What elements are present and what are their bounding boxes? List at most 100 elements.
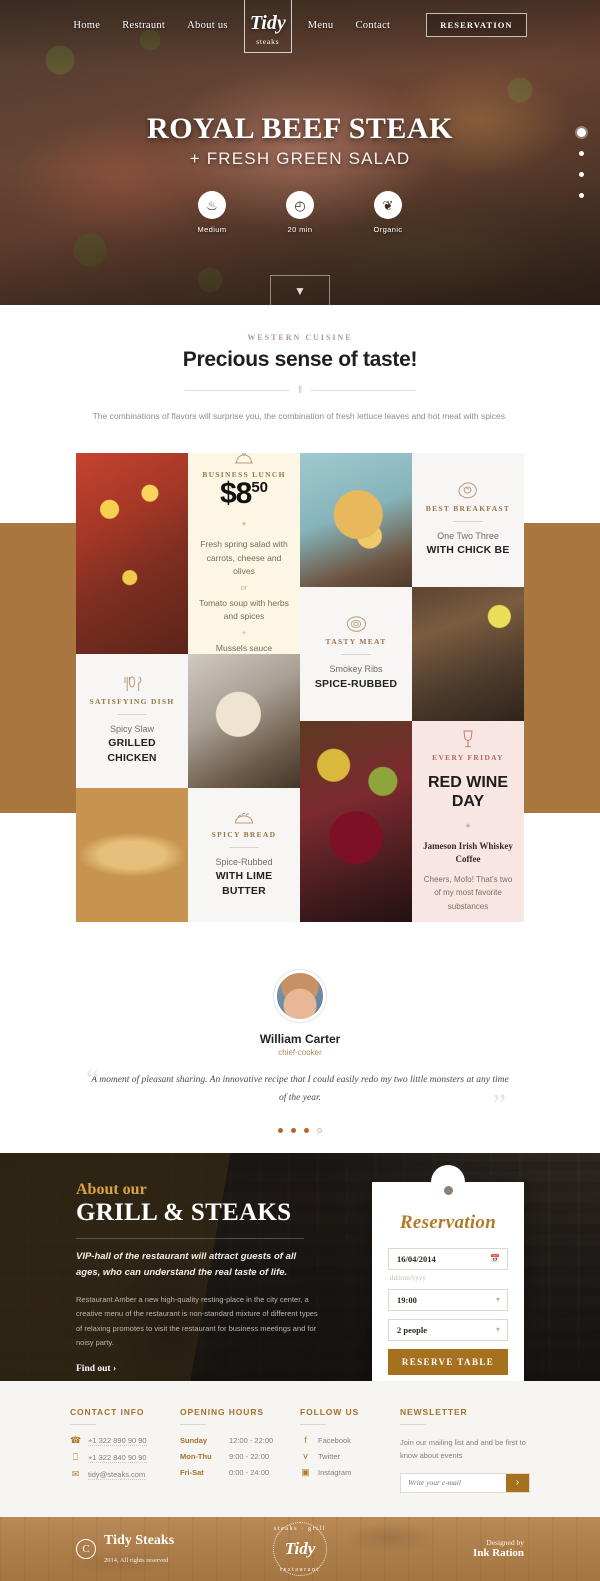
hero-slider-dot-3[interactable] xyxy=(579,172,584,177)
menu-photo-egg-plate[interactable] xyxy=(300,452,412,587)
menu-photo-bread[interactable] xyxy=(76,787,188,922)
nav-reservation-button[interactable]: RESERVATION xyxy=(426,13,527,37)
footer-rule xyxy=(70,1423,96,1425)
hours-day: Mon-Thu xyxy=(180,1451,212,1461)
hero-feature-label: Medium xyxy=(197,225,227,234)
tile-line-1: Smokey Ribs xyxy=(329,664,383,675)
divider-glyph: ‖ xyxy=(297,385,303,396)
chevron-down-icon[interactable]: ▾ xyxy=(496,1295,500,1304)
footer-contact-mobile[interactable]: ⎕ +1 322 840 90 90 xyxy=(70,1453,180,1463)
testimonial-dot-4[interactable] xyxy=(317,1127,322,1133)
price-main: $8 xyxy=(219,476,252,510)
designer-name[interactable]: Ink Ration xyxy=(473,1547,524,1559)
menu-tile-red-wine-day[interactable]: EVERY FRIDAY RED WINE DAY ✦ Jameson Iris… xyxy=(412,720,524,922)
testimonial-dot-1[interactable] xyxy=(278,1127,283,1133)
calendar-icon[interactable]: 📅 xyxy=(490,1254,500,1263)
hours-day: Sunday xyxy=(180,1435,208,1445)
clock-icon: ◴ xyxy=(286,191,314,219)
reservation-people-select[interactable]: 2 people ▾ xyxy=(388,1318,508,1341)
newsletter-submit-button[interactable]: › xyxy=(506,1473,529,1492)
testimonial-slider-dots[interactable] xyxy=(0,1127,600,1133)
tile-line-1: One Two Three xyxy=(437,530,499,541)
tile-line-2: SPICE-RUBBED xyxy=(314,677,398,690)
about-heading: GRILL & STEAKS xyxy=(76,1198,292,1226)
tile-rule xyxy=(117,713,147,715)
quote-open-icon: “ xyxy=(86,1062,100,1096)
lunch-description: Fresh spring salad with carrots, cheese … xyxy=(197,538,291,654)
nav-link-about-us[interactable]: About us xyxy=(187,20,228,31)
footer-heading-contact: CONTACT INFO xyxy=(70,1406,145,1417)
tile-line-1: Spicy Slaw xyxy=(109,723,154,734)
menu-photo-eggs[interactable] xyxy=(76,452,188,654)
social-link-instagram[interactable]: ▣ Instagram xyxy=(300,1466,400,1477)
intro-section: WESTERN CUISINE Precious sense of taste!… xyxy=(0,305,600,443)
nav-link-restraunt[interactable]: Restraunt xyxy=(122,20,165,31)
hours-time: 9:00 - 22:00 xyxy=(229,1451,270,1461)
site-logo[interactable]: Tidy steaks xyxy=(243,0,292,53)
hero-slider-dots[interactable] xyxy=(577,128,586,214)
nav-link-menu[interactable]: Menu xyxy=(308,20,334,31)
menu-tile-spicy-bread[interactable]: SPICY BREAD Spice-Rubbed WITH LIME BUTTE… xyxy=(188,787,300,922)
tile-line-1: Spice-Rubbed xyxy=(215,856,273,867)
bottom-rights: 2014, All rights reserved xyxy=(104,1556,169,1564)
lunch-separator-2: + xyxy=(241,627,247,637)
intro-eyebrow: WESTERN CUISINE xyxy=(247,333,353,342)
menu-grid: BUSINESS LUNCH $850 ✦ Fresh spring salad… xyxy=(76,452,524,922)
food-photo xyxy=(412,586,524,721)
menu-tile-satisfying-dish[interactable]: SATISFYING DISH Spicy Slaw GRILLED CHICK… xyxy=(76,653,188,788)
intro-heading: Precious sense of taste! xyxy=(182,348,418,371)
footer-rule xyxy=(400,1423,426,1425)
about-rule xyxy=(76,1238,304,1240)
food-photo xyxy=(76,787,188,922)
footer-hours-row: Sunday 12:00 - 22:00 xyxy=(180,1436,300,1445)
footer-column-follow: FOLLOW US f Facebook ᴠ Twitter ▣ Instagr… xyxy=(300,1407,400,1493)
wine-day-subtitle: Jameson Irish Whiskey Coffee xyxy=(423,841,513,865)
reservation-date-input[interactable]: 16/04/2014 📅 xyxy=(388,1247,508,1270)
scroll-down-button[interactable]: ▼ xyxy=(270,275,330,305)
hero-feature-time: ◴ 20 min xyxy=(268,191,332,234)
footer-contact-email[interactable]: ✉ tidy@steaks.com xyxy=(70,1470,180,1480)
social-label: Instagram xyxy=(318,1467,352,1477)
testimonial-dot-3[interactable] xyxy=(304,1127,309,1133)
footer-hours-row: Fri-Sat 0:00 - 24:00 xyxy=(180,1468,300,1477)
menu-tile-tasty-meat[interactable]: TASTY MEAT Smokey Ribs SPICE-RUBBED xyxy=(300,586,412,721)
footer-heading-hours: OPENING HOURS xyxy=(180,1406,264,1417)
lunch-line-3: Mussels sauce xyxy=(215,642,273,653)
chevron-down-icon[interactable]: ▾ xyxy=(496,1325,500,1334)
hero-slider-dot-2[interactable] xyxy=(579,151,584,156)
footer-rule xyxy=(180,1423,206,1425)
reserve-table-button[interactable]: RESERVE TABLE xyxy=(388,1348,508,1375)
menu-tile-business-lunch[interactable]: BUSINESS LUNCH $850 ✦ Fresh spring salad… xyxy=(188,452,300,654)
hero-feature-medium: ♨ Medium xyxy=(180,191,244,234)
main-navigation: Home Restraunt About us Tidy steaks Menu… xyxy=(0,0,600,53)
hours-time: 12:00 - 22:00 xyxy=(229,1435,274,1445)
find-out-link[interactable]: Find out › xyxy=(76,1364,300,1374)
food-photo xyxy=(76,452,188,654)
hero-slider-dot-4[interactable] xyxy=(579,193,584,198)
social-link-twitter[interactable]: ᴠ Twitter xyxy=(300,1451,400,1461)
menu-tile-best-breakfast[interactable]: BEST BREAKFAST One Two Three WITH CHICK … xyxy=(412,452,524,587)
tile-kicker: EVERY FRIDAY xyxy=(432,752,504,762)
menu-photo-pasta-pan[interactable] xyxy=(188,653,300,788)
menu-photo-red-wine[interactable] xyxy=(300,720,412,922)
reservation-time-select[interactable]: 19:00 ▾ xyxy=(388,1288,508,1311)
instagram-icon: ▣ xyxy=(301,1466,310,1477)
tile-rule xyxy=(453,520,483,522)
footer-contact-phone[interactable]: ☎ +1 322 890 90 90 xyxy=(70,1436,180,1446)
hero-slider-dot-1[interactable] xyxy=(577,128,586,137)
menu-photo-grilled-steak[interactable] xyxy=(412,586,524,721)
hours-time: 0:00 - 24:00 xyxy=(229,1467,270,1477)
nav-link-contact[interactable]: Contact xyxy=(355,20,390,31)
hours-day: Fri-Sat xyxy=(180,1467,204,1477)
footer-heading-newsletter: NEWSLETTER xyxy=(400,1406,468,1417)
badge-top-text: steaks · grill xyxy=(273,1525,327,1532)
leaf-icon: ❦ xyxy=(374,191,402,219)
hero-subtitle: + FRESH GREEN SALAD xyxy=(189,149,411,168)
tile-rule xyxy=(341,654,371,656)
testimonial-dot-2[interactable] xyxy=(291,1127,296,1133)
footer-column-contact: CONTACT INFO ☎ +1 322 890 90 90 ⎕ +1 322… xyxy=(70,1407,180,1493)
newsletter-email-input[interactable] xyxy=(401,1473,506,1492)
copyright-icon: C xyxy=(76,1538,96,1559)
social-link-facebook[interactable]: f Facebook xyxy=(300,1435,400,1445)
nav-link-home[interactable]: Home xyxy=(73,20,100,31)
